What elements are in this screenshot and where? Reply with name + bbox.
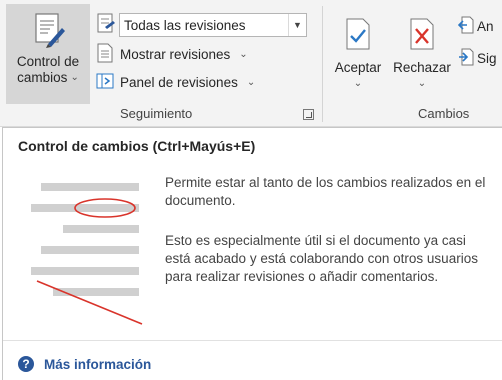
previous-change-icon — [457, 16, 474, 37]
group-label-cambios: Cambios — [418, 106, 470, 121]
chevron-down-icon: ⌄ — [70, 72, 79, 83]
reject-label: Rechazar — [393, 60, 451, 75]
chevron-down-icon: ⌄ — [417, 78, 427, 89]
help-icon: ? — [18, 356, 34, 372]
ribbon-review-tab: Control de cambios ⌄ Todas las revisione… — [0, 0, 502, 127]
display-for-review-icon — [96, 13, 116, 40]
accept-icon — [345, 18, 371, 54]
next-change-button[interactable]: Sig — [458, 48, 497, 69]
show-markup-button[interactable]: Mostrar revisiones ⌄ — [96, 43, 248, 66]
dropdown-arrow-icon[interactable]: ▼ — [288, 14, 306, 36]
previous-change-button[interactable]: An — [457, 16, 494, 37]
show-markup-label: Mostrar revisiones — [120, 47, 231, 62]
more-info-label: Más información — [44, 356, 152, 372]
chevron-down-icon: ⌄ — [353, 78, 363, 89]
group-separator — [322, 6, 323, 122]
more-info-link[interactable]: ? Más información — [18, 356, 151, 372]
accept-button[interactable]: Aceptar ⌄ — [330, 6, 386, 104]
display-for-review-select[interactable]: Todas las revisiones ▼ — [119, 13, 307, 37]
track-changes-label-2: cambios — [17, 70, 68, 85]
accept-label: Aceptar — [334, 60, 382, 75]
track-changes-label-1: Control de — [16, 54, 80, 69]
reviewing-pane-icon — [96, 72, 114, 93]
track-changes-icon — [28, 10, 68, 54]
dialog-launcher-icon[interactable] — [303, 109, 314, 120]
chevron-down-icon: ⌄ — [246, 77, 256, 88]
next-change-icon — [458, 48, 474, 69]
tooltip-title: Control de cambios (Ctrl+Mayús+E) — [18, 138, 256, 154]
super-tooltip: Control de cambios (Ctrl+Mayús+E) Permit… — [2, 127, 502, 380]
next-change-label: Sig — [477, 51, 497, 66]
track-changes-illustration — [23, 178, 153, 343]
chevron-down-icon: ⌄ — [239, 49, 248, 60]
show-markup-icon — [96, 43, 114, 66]
tooltip-divider — [3, 340, 502, 341]
reject-icon — [409, 18, 435, 54]
display-for-review-value: Todas las revisiones — [124, 17, 246, 33]
track-changes-button[interactable]: Control de cambios ⌄ — [6, 4, 90, 104]
previous-change-label: An — [477, 19, 494, 34]
reviewing-pane-button[interactable]: Panel de revisiones ⌄ — [96, 72, 255, 93]
reviewing-pane-label: Panel de revisiones — [120, 75, 238, 90]
tooltip-paragraph-2: Esto es especialmente útil si el documen… — [165, 233, 478, 284]
tooltip-paragraph-1: Permite estar al tanto de los cambios re… — [165, 175, 486, 208]
reject-button[interactable]: Rechazar ⌄ — [390, 6, 454, 104]
group-label-seguimiento: Seguimiento — [120, 106, 193, 121]
